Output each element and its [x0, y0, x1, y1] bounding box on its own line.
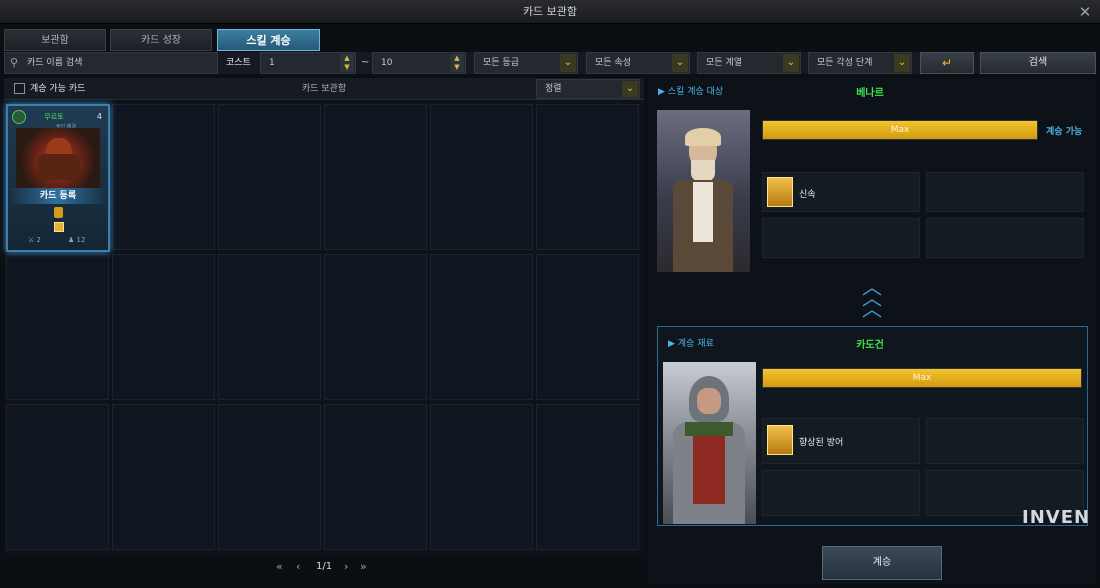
next-page-button[interactable]: › — [344, 560, 348, 573]
reset-icon: ↵ — [941, 56, 953, 70]
attribute-icon — [12, 110, 26, 124]
card-portrait — [16, 128, 100, 188]
material-portrait — [663, 362, 756, 524]
empty-card-slot — [430, 254, 533, 400]
chevron-down-icon[interactable]: ⌄ — [672, 54, 688, 72]
material-skill-name: 향상된 방어 — [799, 438, 844, 448]
card-item[interactable]: 무르토 4 주인 해결 카드 등록 ⚔ 2 ♟ 12 — [6, 104, 110, 252]
window-title: 카드 보관함 — [0, 0, 1100, 24]
sword-icon: ⚔ — [28, 236, 35, 244]
awaken-select[interactable]: 모든 각성 단계 ⌄ — [808, 52, 912, 74]
person-icon: ♟ — [68, 236, 75, 244]
page-indicator: 1/1 — [316, 561, 333, 572]
target-section-label: ▶ 스킬 계승 대상 — [658, 87, 724, 97]
card-attribute-tag: 무르토 — [44, 113, 64, 121]
empty-card-slot — [6, 404, 109, 550]
search-input[interactable]: 카드 이름 검색 — [27, 58, 82, 68]
reset-button[interactable]: ↵ — [920, 52, 974, 74]
card-grade-icon — [54, 207, 63, 218]
tab-skill-inherit[interactable]: 스킬 계승 — [217, 29, 320, 51]
attribute-value: 모든 속성 — [595, 58, 631, 68]
cost-separator: ~ — [361, 57, 370, 68]
material-skill-slot-3[interactable] — [762, 470, 920, 516]
material-section-label: ▶ 계승 재료 — [668, 339, 714, 349]
target-skill-slot-3[interactable] — [762, 218, 920, 258]
card-attack-value: 2 — [36, 236, 41, 244]
target-skill-slot-2[interactable] — [926, 172, 1084, 212]
chevron-down-icon[interactable]: ⌄ — [783, 54, 799, 72]
material-skill-slot-1[interactable]: 향상된 방어 — [762, 418, 920, 464]
card-count-stat: ♟ 12 — [68, 236, 85, 244]
attribute-select[interactable]: 모든 속성 ⌄ — [586, 52, 690, 74]
cost-max-field[interactable]: 10 ▲ ▼ — [372, 52, 466, 74]
target-skill-slot-1[interactable]: 신속 — [762, 172, 920, 212]
series-value: 모든 계열 — [706, 58, 742, 68]
card-register-label: 카드 등록 — [8, 188, 108, 204]
material-skill-slot-2[interactable] — [926, 418, 1084, 464]
material-card-name: 카도건 — [856, 340, 884, 351]
cost-min-stepper[interactable]: ▲ ▼ — [340, 54, 354, 72]
sort-value: 정렬 — [545, 84, 562, 94]
search-button[interactable]: 검색 — [980, 52, 1096, 74]
filter-bar: ⚲ 카드 이름 검색 코스트 1 ▲ ▼ ~ 10 ▲ ▼ 모든 등급 ⌄ 모든 속… — [4, 52, 1096, 74]
target-level-bar: Max — [762, 120, 1038, 140]
target-portrait — [657, 110, 750, 272]
watermark: INVEN — [1022, 507, 1091, 528]
chevron-down-icon[interactable]: ⌄ — [560, 54, 576, 72]
sort-select[interactable]: 정렬 ⌄ — [536, 79, 640, 99]
search-icon: ⚲ — [10, 56, 19, 69]
empty-card-slot — [430, 404, 533, 550]
empty-card-slot — [112, 104, 215, 250]
cost-min-field[interactable]: 1 ▲ ▼ — [260, 52, 356, 74]
material-level-text: Max — [912, 373, 932, 383]
close-icon[interactable]: ✕ — [1076, 3, 1094, 21]
target-skill-slot-4[interactable] — [926, 218, 1084, 258]
cost-min-value: 1 — [269, 58, 275, 68]
empty-card-slot — [112, 254, 215, 400]
series-select[interactable]: 모든 계열 ⌄ — [697, 52, 801, 74]
card-level: 4 — [96, 112, 102, 121]
empty-card-slot — [430, 104, 533, 250]
prev-page-button[interactable]: ‹ — [296, 560, 300, 573]
empty-card-slot — [324, 104, 427, 250]
empty-card-slot — [218, 404, 321, 550]
target-skill-name: 신속 — [799, 190, 816, 200]
card-skill-icon — [54, 222, 64, 232]
chevron-up-icon: ︿ ︿ ︿ — [862, 275, 882, 321]
empty-card-slot — [112, 404, 215, 550]
target-level-text: Max — [890, 125, 910, 135]
empty-card-slot — [324, 404, 427, 550]
empty-card-slot — [218, 254, 321, 400]
empty-card-slot — [6, 254, 109, 400]
card-attack-stat: ⚔ 2 — [28, 236, 41, 244]
pagination: « ‹ 1/1 › » — [276, 560, 386, 578]
wing-icon — [767, 177, 793, 207]
empty-card-slot — [536, 254, 639, 400]
first-page-button[interactable]: « — [276, 560, 283, 573]
empty-card-slot — [324, 254, 427, 400]
search-field[interactable]: ⚲ 카드 이름 검색 — [4, 52, 218, 74]
tab-card-growth[interactable]: 카드 성장 — [110, 29, 212, 51]
card-list-header: 계승 가능 카드 카드 보관함 정렬 ⌄ — [4, 78, 644, 100]
last-page-button[interactable]: » — [360, 560, 367, 573]
chevron-down-icon[interactable]: ⌄ — [622, 81, 638, 97]
empty-card-slot — [536, 404, 639, 550]
cost-label: 코스트 — [226, 58, 251, 68]
cost-max-stepper[interactable]: ▲ ▼ — [450, 54, 464, 72]
awaken-value: 모든 각성 단계 — [817, 58, 873, 68]
inherit-button[interactable]: 계승 — [822, 546, 942, 580]
chevron-down-icon[interactable]: ⌄ — [894, 54, 910, 72]
cost-max-value: 10 — [381, 58, 393, 68]
material-level-bar: Max — [762, 368, 1082, 388]
target-card-name: 베나르 — [856, 88, 884, 99]
grade-value: 모든 등급 — [483, 58, 519, 68]
target-status: 계승 가능 — [1046, 127, 1083, 137]
grade-select[interactable]: 모든 등급 ⌄ — [474, 52, 578, 74]
empty-card-slot — [536, 104, 639, 250]
empty-card-slot — [218, 104, 321, 250]
tab-storage[interactable]: 보관함 — [4, 29, 106, 51]
shield-icon — [767, 425, 793, 455]
card-count-value: 12 — [76, 236, 86, 244]
